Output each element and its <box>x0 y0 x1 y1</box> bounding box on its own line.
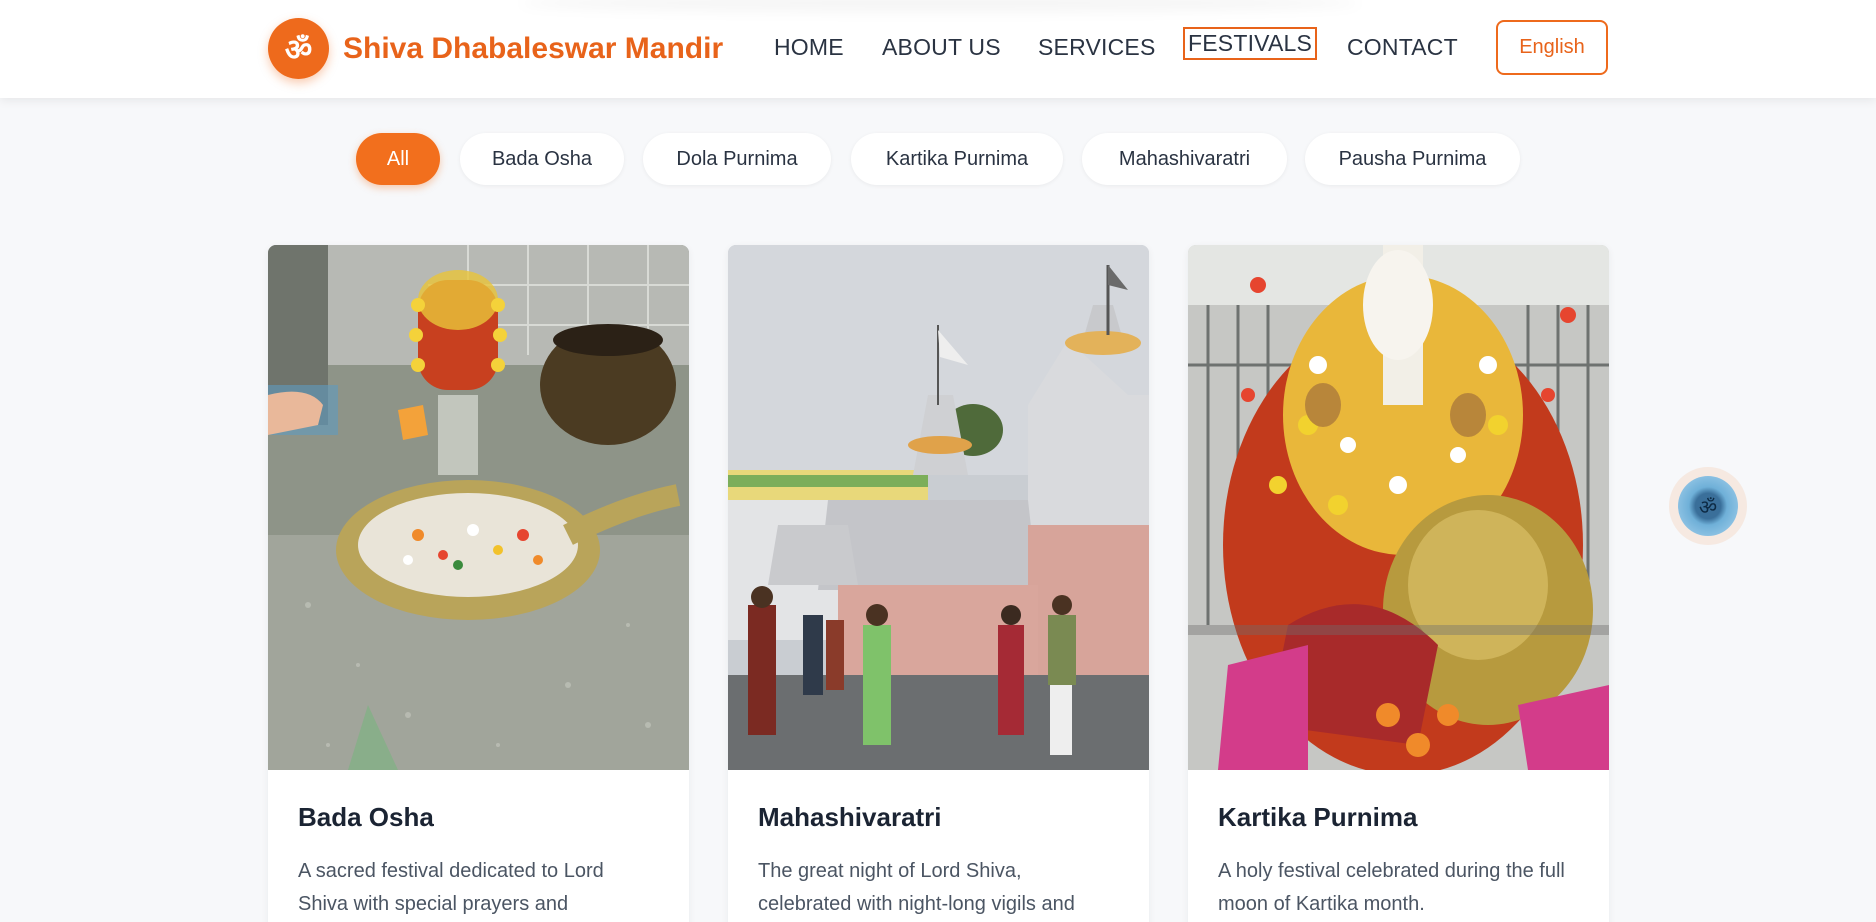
festival-card-mahashivaratri[interactable]: Mahashivaratri The great night of Lord S… <box>728 245 1149 922</box>
filter-chip-dola-purnima[interactable]: Dola Purnima <box>643 133 831 185</box>
om-icon[interactable]: ॐ <box>1678 476 1738 536</box>
nav-home[interactable]: HOME <box>774 34 844 61</box>
card-body: Mahashivaratri The great night of Lord S… <box>728 770 1149 921</box>
site-title[interactable]: Shiva Dhabaleswar Mandir <box>343 32 723 66</box>
temple-exterior-image <box>728 245 1149 770</box>
page: ॐ Shiva Dhabaleswar Mandir HOME ABOUT US… <box>0 0 1876 922</box>
card-title: Kartika Purnima <box>1218 802 1418 832</box>
om-icon-glyph: ॐ <box>1698 494 1718 519</box>
nav-services[interactable]: SERVICES <box>1038 34 1156 61</box>
filter-chip-mahashivaratri[interactable]: Mahashivaratri <box>1082 133 1287 185</box>
card-body: Bada Osha A sacred festival dedicated to… <box>268 770 689 921</box>
card-body: Kartika Purnima A holy festival celebrat… <box>1188 770 1609 921</box>
festival-image <box>1188 245 1609 770</box>
language-button[interactable]: English <box>1496 20 1608 75</box>
card-title: Bada Osha <box>298 802 434 832</box>
card-title: Mahashivaratri <box>758 802 942 832</box>
floating-om-button[interactable]: ॐ <box>1669 467 1747 545</box>
header-shadow-decoration <box>520 0 1360 12</box>
brand[interactable]: ॐ Shiva Dhabaleswar Mandir <box>268 18 723 79</box>
card-description: The great night of Lord Shiva, celebrate… <box>758 860 1075 915</box>
nav-contact[interactable]: CONTACT <box>1347 34 1458 61</box>
festival-card-kartika-purnima[interactable]: Kartika Purnima A holy festival celebrat… <box>1188 245 1609 922</box>
site-header: ॐ Shiva Dhabaleswar Mandir HOME ABOUT US… <box>0 0 1876 98</box>
om-logo-glyph: ॐ <box>284 33 313 68</box>
filter-chip-pausha-purnima[interactable]: Pausha Purnima <box>1305 133 1520 185</box>
lingam-offering-image <box>268 245 689 770</box>
festival-image <box>728 245 1149 770</box>
filter-chip-kartika-purnima[interactable]: Kartika Purnima <box>851 133 1063 185</box>
filter-chip-bada-osha[interactable]: Bada Osha <box>460 133 624 185</box>
nav-about-us[interactable]: ABOUT US <box>882 34 1001 61</box>
decorated-deity-image <box>1188 245 1609 770</box>
card-description: A holy festival celebrated during the fu… <box>1218 860 1565 915</box>
nav-festivals[interactable]: FESTIVALS <box>1183 27 1318 60</box>
festival-image <box>268 245 689 770</box>
om-logo-icon[interactable]: ॐ <box>268 18 329 79</box>
filter-chip-all[interactable]: All <box>356 133 440 185</box>
card-description: A sacred festival dedicated to Lord Shiv… <box>298 860 604 915</box>
festival-card-bada-osha[interactable]: Bada Osha A sacred festival dedicated to… <box>268 245 689 922</box>
